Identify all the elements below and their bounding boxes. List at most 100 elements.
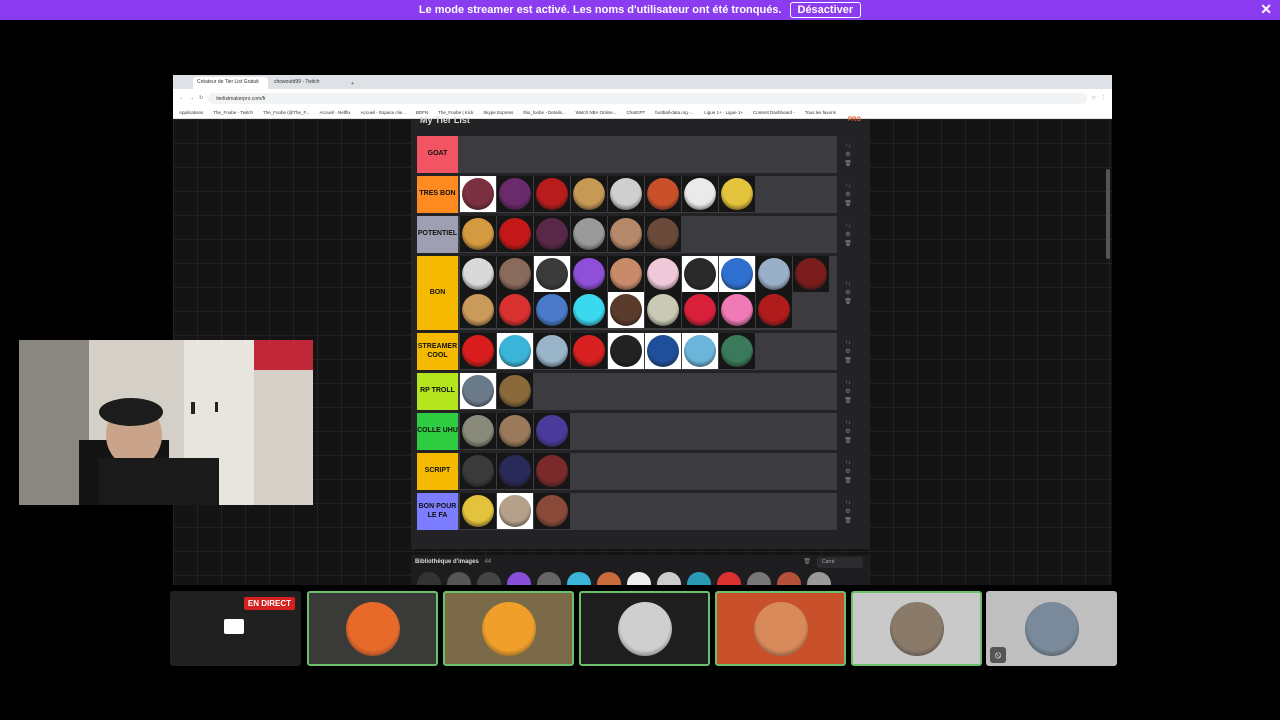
shape-select[interactable]: Carré bbox=[817, 557, 863, 568]
menu-icon[interactable]: ⋮ bbox=[1101, 95, 1106, 101]
tier-label[interactable]: POTENTIEL bbox=[417, 216, 458, 253]
delete-icon[interactable]: 🗑 bbox=[844, 240, 852, 247]
library-thumbnail[interactable] bbox=[687, 572, 711, 585]
bookmark-item[interactable]: The_Foobe - Twitch bbox=[213, 110, 253, 115]
tier-item[interactable] bbox=[682, 292, 718, 328]
tier-item[interactable] bbox=[497, 373, 533, 409]
tier-item[interactable] bbox=[645, 216, 681, 252]
scrollbar[interactable] bbox=[1106, 169, 1110, 259]
delete-icon[interactable]: 🗑 bbox=[844, 298, 852, 305]
tier-item[interactable] bbox=[534, 256, 570, 292]
settings-icon[interactable]: ⚙ bbox=[845, 191, 850, 198]
tier-item[interactable] bbox=[534, 333, 570, 369]
library-thumbnail[interactable] bbox=[627, 572, 651, 585]
move-icon[interactable]: ↑↓ bbox=[845, 143, 851, 149]
tier-label[interactable]: SCRIPT bbox=[417, 453, 458, 490]
tier-item[interactable] bbox=[534, 413, 570, 449]
close-icon[interactable]: ✕ bbox=[1260, 1, 1272, 18]
library-thumbnail[interactable] bbox=[747, 572, 771, 585]
library-thumbnail[interactable] bbox=[777, 572, 801, 585]
library-thumbnail[interactable] bbox=[477, 572, 501, 585]
library-thumbnail[interactable] bbox=[537, 572, 561, 585]
tier-item[interactable] bbox=[460, 256, 496, 292]
tier-item[interactable] bbox=[460, 216, 496, 252]
forward-icon[interactable]: → bbox=[189, 95, 194, 101]
move-icon[interactable]: ↑↓ bbox=[845, 340, 851, 346]
library-thumbnail[interactable] bbox=[807, 572, 831, 585]
tier-item[interactable] bbox=[608, 176, 644, 212]
move-icon[interactable]: ↑↓ bbox=[845, 183, 851, 189]
bookmark-item[interactable]: Ligue 1+ - Ligue 1+ bbox=[704, 110, 743, 115]
tier-item[interactable] bbox=[534, 453, 570, 489]
tier-item[interactable] bbox=[460, 292, 496, 328]
tab-tierlist[interactable]: Créateur de Tier List Gratuit bbox=[193, 77, 268, 89]
tier-item[interactable] bbox=[460, 176, 496, 212]
bookmark-item[interactable]: Applications bbox=[179, 110, 203, 115]
library-thumbnail[interactable] bbox=[417, 572, 441, 585]
tab-twitch[interactable]: chowoutd99 - Twitch bbox=[270, 77, 345, 89]
tier-item[interactable] bbox=[645, 333, 681, 369]
tier-item[interactable] bbox=[719, 176, 755, 212]
tier-item[interactable] bbox=[756, 292, 792, 328]
delete-icon[interactable]: 🗑 bbox=[844, 357, 852, 364]
reload-icon[interactable]: ↻ bbox=[199, 95, 203, 101]
tier-item[interactable] bbox=[460, 373, 496, 409]
tier-item[interactable] bbox=[460, 333, 496, 369]
bookmark-item[interactable]: Accueil - Espace clie... bbox=[361, 110, 406, 115]
tier-item[interactable] bbox=[534, 292, 570, 328]
move-icon[interactable]: ↑↓ bbox=[845, 281, 851, 287]
tier-item[interactable] bbox=[682, 256, 718, 292]
tier-label[interactable]: STREAMER COOL bbox=[417, 333, 458, 370]
participant-fish-orange-tile[interactable] bbox=[307, 591, 438, 666]
tier-item[interactable] bbox=[497, 333, 533, 369]
trash-icon[interactable]: 🗑 bbox=[803, 558, 811, 565]
tier-item[interactable] bbox=[534, 176, 570, 212]
bookmark-item[interactable]: The_Foobe (@The_F... bbox=[263, 110, 310, 115]
tier-item[interactable] bbox=[719, 333, 755, 369]
tier-item[interactable] bbox=[608, 292, 644, 328]
tier-item[interactable] bbox=[497, 176, 533, 212]
settings-icon[interactable]: ⚙ bbox=[845, 151, 850, 158]
participant-goldfish-tile[interactable] bbox=[443, 591, 574, 666]
tier-item[interactable] bbox=[719, 292, 755, 328]
delete-icon[interactable]: 🗑 bbox=[844, 437, 852, 444]
back-icon[interactable]: ← bbox=[179, 95, 184, 101]
tier-item[interactable] bbox=[571, 176, 607, 212]
bookmark-item[interactable]: Accueil - Netflix bbox=[320, 110, 351, 115]
tier-item[interactable] bbox=[497, 292, 533, 328]
move-icon[interactable]: ↑↓ bbox=[845, 223, 851, 229]
participant-runner-tile[interactable]: ⦸ bbox=[986, 591, 1117, 666]
tier-item[interactable] bbox=[719, 256, 755, 292]
tier-item[interactable] bbox=[497, 216, 533, 252]
tier-item[interactable] bbox=[497, 256, 533, 292]
tier-item[interactable] bbox=[460, 413, 496, 449]
tier-item[interactable] bbox=[571, 292, 607, 328]
tier-item[interactable] bbox=[497, 453, 533, 489]
participant-skater-tile[interactable] bbox=[851, 591, 982, 666]
tier-label[interactable]: TRES BON bbox=[417, 176, 458, 213]
library-thumbnail[interactable] bbox=[567, 572, 591, 585]
settings-icon[interactable]: ⚙ bbox=[845, 508, 850, 515]
library-thumbnail[interactable] bbox=[447, 572, 471, 585]
bookmark-item[interactable]: ChatGPT bbox=[626, 110, 645, 115]
settings-icon[interactable]: ⚙ bbox=[845, 231, 850, 238]
tier-item[interactable] bbox=[571, 333, 607, 369]
delete-icon[interactable]: 🗑 bbox=[844, 397, 852, 404]
participant-bearded-tile[interactable] bbox=[715, 591, 846, 666]
bookmark-item[interactable]: Content Dashboard - bbox=[753, 110, 795, 115]
library-thumbnail[interactable] bbox=[717, 572, 741, 585]
tier-label[interactable]: BON POUR LE FA bbox=[417, 493, 458, 530]
delete-icon[interactable]: 🗑 bbox=[844, 200, 852, 207]
bookmark-item[interactable]: Watch NBA Online... bbox=[576, 110, 617, 115]
delete-icon[interactable]: 🗑 bbox=[844, 160, 852, 167]
new-tab-icon[interactable]: + bbox=[347, 79, 358, 89]
tier-item[interactable] bbox=[793, 256, 829, 292]
screen-share-tile[interactable]: EN DIRECT bbox=[170, 591, 301, 666]
tier-item[interactable] bbox=[682, 176, 718, 212]
tier-item[interactable] bbox=[608, 216, 644, 252]
tier-item[interactable] bbox=[534, 216, 570, 252]
star-icon[interactable]: ☆ bbox=[1092, 95, 1096, 101]
bookmark-item[interactable]: this_foobe - Details... bbox=[523, 110, 565, 115]
tier-item[interactable] bbox=[571, 256, 607, 292]
library-thumbnail[interactable] bbox=[507, 572, 531, 585]
